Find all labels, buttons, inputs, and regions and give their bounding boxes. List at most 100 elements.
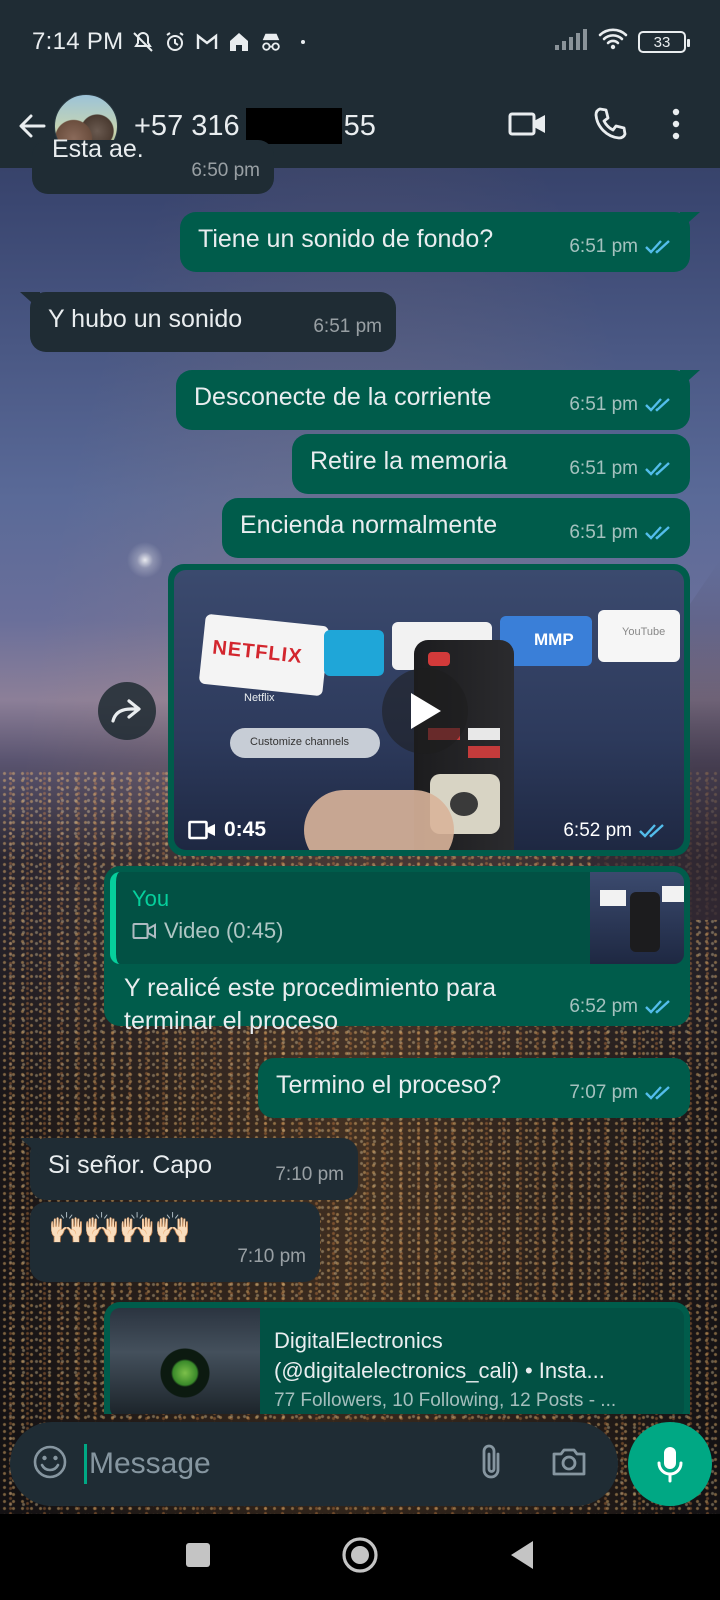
video-tile-customize: Customize channels xyxy=(230,728,380,758)
message-time: 7:10 pm xyxy=(275,1164,344,1185)
recents-button[interactable] xyxy=(185,1542,211,1573)
message-meta: 6:51 pm xyxy=(313,310,382,344)
message-outgoing[interactable]: Termino el proceso? 7:07 pm xyxy=(258,1058,690,1118)
video-camera-icon xyxy=(132,923,156,939)
contact-name[interactable]: +57 316 55 xyxy=(134,108,376,144)
status-left: 7:14 PM xyxy=(32,28,315,56)
message-time: 6:51 pm xyxy=(569,236,638,257)
gmail-icon xyxy=(195,30,219,54)
message-meta: 6:52 pm xyxy=(563,820,670,842)
header-actions xyxy=(508,106,720,147)
message-text: Esta ae. xyxy=(52,135,144,163)
message-text: Y hubo un sonido xyxy=(48,305,243,333)
tile-label: MMP xyxy=(534,630,574,649)
message-meta: 6:51 pm xyxy=(569,516,676,550)
forward-arrow-icon xyxy=(111,699,141,723)
message-incoming[interactable]: Si señor. Capo 7:10 pm xyxy=(30,1138,358,1200)
double-check-icon xyxy=(645,398,670,412)
video-message[interactable]: NETFLIX Netflix MMP YouTube Customize ch… xyxy=(168,564,690,856)
message-outgoing[interactable]: Tiene un sonido de fondo? 6:51 pm xyxy=(180,212,690,272)
message-text: Encienda normalmente xyxy=(240,511,498,539)
link-preview-text: DigitalElectronics (@digitalelectronics_… xyxy=(260,1308,628,1414)
back-nav-button[interactable] xyxy=(509,1540,535,1575)
message-meta: 6:50 pm xyxy=(191,154,260,188)
message-outgoing[interactable]: Encienda normalmente 6:51 pm xyxy=(222,498,690,558)
contact-number-suffix: 55 xyxy=(343,109,376,142)
wifi-icon xyxy=(598,27,628,57)
dot-icon xyxy=(291,30,315,54)
video-thumbnail[interactable]: NETFLIX Netflix MMP YouTube Customize ch… xyxy=(174,570,684,850)
more-options-button[interactable] xyxy=(672,108,680,145)
message-time: 6:51 pm xyxy=(569,522,638,543)
message-text: Tiene un sonido de fondo? xyxy=(198,225,494,253)
status-bar: 7:14 PM 33 xyxy=(0,0,720,84)
forward-button[interactable] xyxy=(98,682,156,740)
attach-button[interactable] xyxy=(478,1442,504,1487)
message-time: 7:10 pm xyxy=(237,1246,306,1267)
camera-button[interactable] xyxy=(550,1446,588,1483)
message-time: 7:07 pm xyxy=(569,1082,638,1103)
contact-number-prefix: +57 316 xyxy=(134,109,240,142)
arrow-left-icon xyxy=(19,114,46,138)
redacted-digits xyxy=(245,108,342,144)
play-button[interactable] xyxy=(382,668,468,754)
emoji-button[interactable] xyxy=(32,1444,68,1485)
message-incoming[interactable]: Y hubo un sonido 6:51 pm xyxy=(30,292,396,352)
triangle-back-icon xyxy=(511,1540,533,1569)
quoted-message[interactable]: You Video (0:45) xyxy=(110,872,684,964)
message-time: 6:50 pm xyxy=(191,160,260,181)
message-meta: 6:52 pm xyxy=(569,996,676,1018)
system-navigation-bar xyxy=(0,1514,720,1600)
link-preview-title: DigitalElectronics xyxy=(274,1328,443,1353)
link-preview-message[interactable]: DigitalElectronics (@digitalelectronics_… xyxy=(104,1302,690,1414)
double-check-icon xyxy=(645,1086,670,1100)
tile-label: YouTube xyxy=(622,626,666,638)
double-check-icon xyxy=(645,240,670,254)
mute-notification-icon xyxy=(131,30,155,54)
paperclip-icon xyxy=(482,1444,500,1478)
video-tile-youtube: YouTube xyxy=(598,610,680,662)
home-button[interactable] xyxy=(341,1536,379,1579)
voice-call-button[interactable] xyxy=(592,106,628,147)
input-actions xyxy=(478,1442,596,1487)
reply-message[interactable]: You Video (0:45) Y realicé este procedim… xyxy=(104,866,690,1035)
message-text: Si señor. Capo xyxy=(48,1151,212,1179)
voice-message-button[interactable] xyxy=(628,1422,712,1506)
message-input[interactable] xyxy=(89,1447,449,1481)
emoji-icon xyxy=(33,1445,67,1478)
message-text: Termino el proceso? xyxy=(276,1071,502,1099)
message-text: Retire la memoria xyxy=(310,447,508,475)
microphone-icon xyxy=(657,1447,683,1483)
camera-icon xyxy=(552,1448,586,1475)
battery-icon: 33 xyxy=(638,31,690,53)
link-preview-card[interactable]: DigitalElectronics (@digitalelectronics_… xyxy=(110,1308,684,1414)
message-outgoing[interactable]: Retire la memoria 6:51 pm xyxy=(292,434,690,494)
message-meta: 7:10 pm xyxy=(275,1158,344,1192)
message-incoming[interactable]: Esta ae. 6:50 pm xyxy=(32,135,274,194)
message-time: 6:51 pm xyxy=(569,458,638,479)
text-cursor xyxy=(84,1444,87,1484)
video-tile-prime xyxy=(324,630,384,676)
double-check-icon xyxy=(639,824,664,838)
hand-holding-remote xyxy=(304,790,454,850)
message-input-bar xyxy=(10,1422,618,1506)
message-time: 6:52 pm xyxy=(563,820,632,841)
status-right: 33 xyxy=(554,27,690,57)
message-incoming[interactable]: 🙌🏻🙌🏻🙌🏻🙌🏻 7:10 pm xyxy=(30,1202,320,1282)
square-icon xyxy=(186,1542,210,1567)
message-outgoing[interactable]: Desconecte de la corriente 6:51 pm xyxy=(176,370,690,430)
home-icon xyxy=(227,30,251,54)
double-check-icon xyxy=(645,462,670,476)
message-meta: 6:51 pm xyxy=(569,388,676,422)
video-call-button[interactable] xyxy=(508,109,548,144)
phone-icon xyxy=(594,107,627,139)
message-meta: 7:07 pm xyxy=(569,1076,676,1110)
back-button[interactable] xyxy=(14,108,50,144)
message-time: 6:52 pm xyxy=(569,996,638,1017)
signal-icon xyxy=(554,27,588,57)
video-camera-icon xyxy=(508,112,545,135)
play-icon xyxy=(411,693,441,729)
message-time: 6:51 pm xyxy=(313,316,382,337)
alarm-icon xyxy=(163,30,187,54)
double-check-icon xyxy=(645,1000,670,1014)
